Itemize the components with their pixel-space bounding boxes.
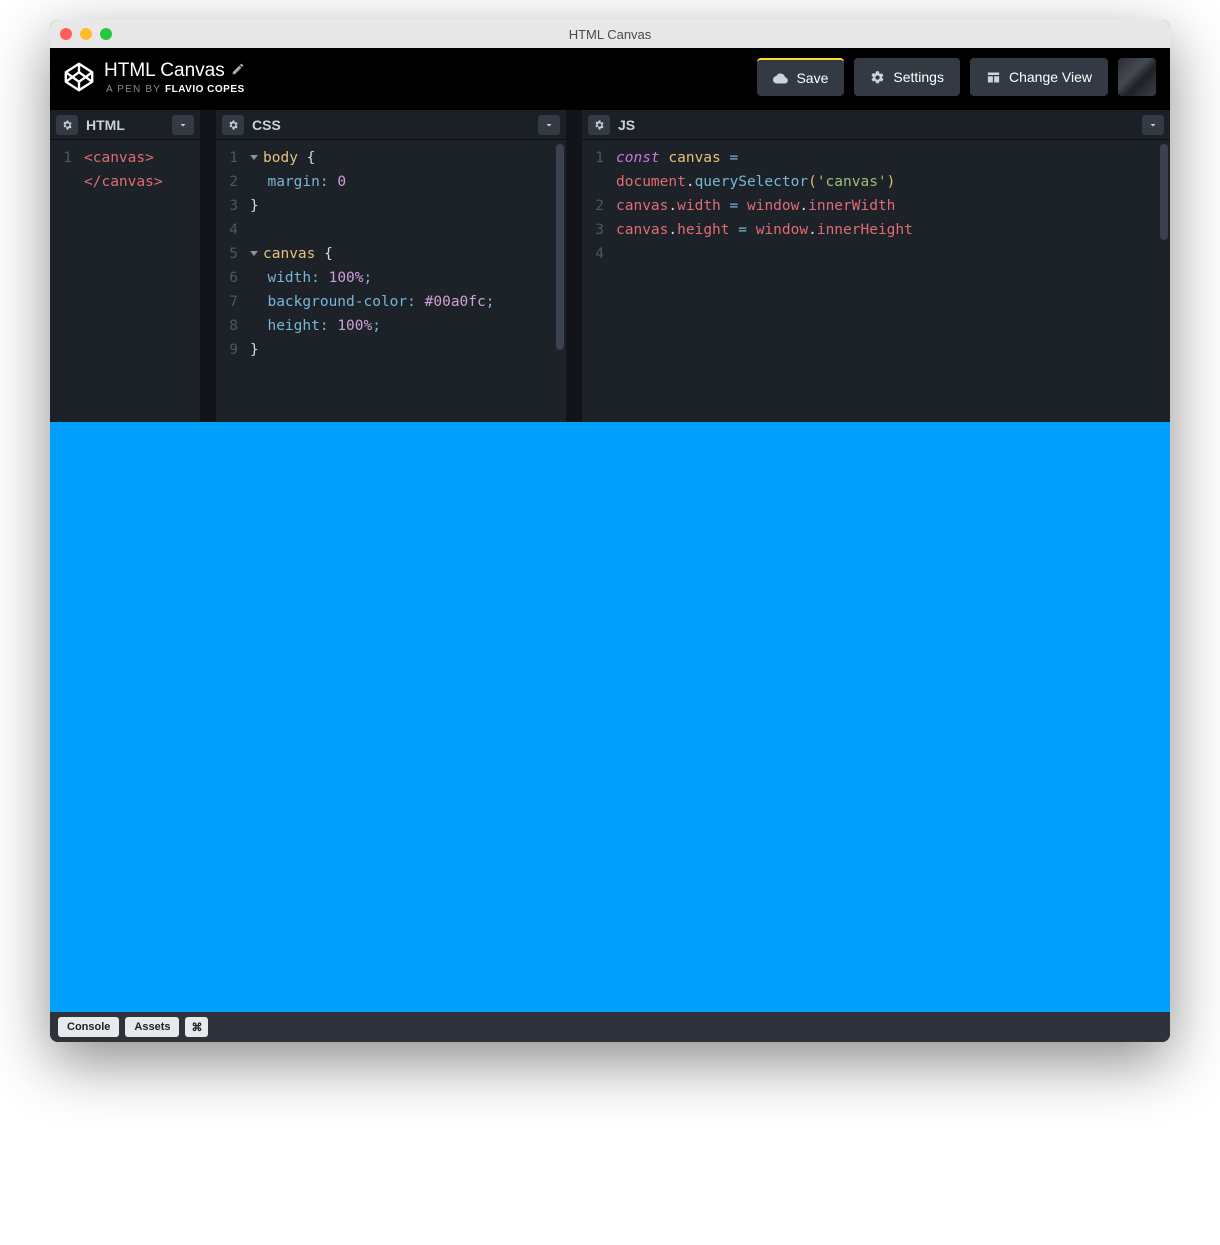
macos-titlebar: HTML Canvas <box>50 20 1170 48</box>
header-actions: Save Settings Change View <box>757 58 1156 96</box>
html-editor-panel: HTML 1 <canvas></canvas> <box>50 110 200 422</box>
html-panel-title: HTML <box>86 117 164 133</box>
close-window-icon[interactable] <box>60 28 72 40</box>
footer-bar: Console Assets ⌘ <box>50 1012 1170 1042</box>
traffic-lights <box>60 28 112 40</box>
js-code-area[interactable]: 1234 const canvas =document.querySelecto… <box>582 140 1170 422</box>
js-code[interactable]: const canvas =document.querySelector('ca… <box>612 140 1170 422</box>
change-view-label: Change View <box>1009 69 1092 85</box>
css-scrollbar[interactable] <box>556 144 564 418</box>
window-title: HTML Canvas <box>50 27 1170 42</box>
gear-icon <box>870 70 885 85</box>
css-editor-panel: CSS 123456789 body { margin: 0}canvas { … <box>216 110 566 422</box>
app-window: HTML Canvas HTML Canvas A PEN BY Flavio … <box>50 20 1170 1042</box>
js-scrollbar[interactable] <box>1160 144 1168 418</box>
fold-icon[interactable] <box>250 251 258 256</box>
css-code-area[interactable]: 123456789 body { margin: 0}canvas { widt… <box>216 140 566 422</box>
html-code-area[interactable]: 1 <canvas></canvas> <box>50 140 200 422</box>
css-code[interactable]: body { margin: 0}canvas { width: 100%; b… <box>246 140 566 422</box>
css-panel-header: CSS <box>216 110 566 140</box>
html-code[interactable]: <canvas></canvas> <box>80 140 200 422</box>
save-button[interactable]: Save <box>757 58 844 96</box>
pencil-icon[interactable] <box>231 60 245 82</box>
user-avatar[interactable] <box>1118 58 1156 96</box>
pen-byline: A PEN BY Flavio Copes <box>104 84 757 95</box>
html-panel-menu-icon[interactable] <box>172 115 194 135</box>
pen-title[interactable]: HTML Canvas <box>104 60 757 82</box>
byline-prefix: A PEN BY <box>106 84 165 95</box>
codepen-logo-icon[interactable] <box>64 62 94 92</box>
pen-author[interactable]: Flavio Copes <box>165 84 245 95</box>
minimize-window-icon[interactable] <box>80 28 92 40</box>
shortcuts-button[interactable]: ⌘ <box>185 1017 208 1037</box>
settings-button[interactable]: Settings <box>854 58 960 96</box>
assets-button[interactable]: Assets <box>125 1017 179 1037</box>
js-panel-title: JS <box>618 117 1134 133</box>
preview-pane[interactable] <box>50 422 1170 1012</box>
css-panel-menu-icon[interactable] <box>538 115 560 135</box>
console-button[interactable]: Console <box>58 1017 119 1037</box>
layout-icon <box>986 70 1001 85</box>
js-gutter: 1234 <box>582 140 612 422</box>
js-panel-menu-icon[interactable] <box>1142 115 1164 135</box>
app-header: HTML Canvas A PEN BY Flavio Copes Save <box>50 48 1170 110</box>
js-panel-header: JS <box>582 110 1170 140</box>
html-settings-icon[interactable] <box>56 115 78 135</box>
css-gutter: 123456789 <box>216 140 246 422</box>
css-panel-title: CSS <box>252 117 530 133</box>
js-settings-icon[interactable] <box>588 115 610 135</box>
settings-label: Settings <box>893 69 944 85</box>
change-view-button[interactable]: Change View <box>970 58 1108 96</box>
cloud-icon <box>773 71 788 86</box>
html-panel-header: HTML <box>50 110 200 140</box>
js-editor-panel: JS 1234 const canvas =document.querySele… <box>582 110 1170 422</box>
html-gutter: 1 <box>50 140 80 422</box>
save-label: Save <box>796 70 828 86</box>
css-settings-icon[interactable] <box>222 115 244 135</box>
editor-row: HTML 1 <canvas></canvas> CSS <box>50 110 1170 422</box>
pen-info: HTML Canvas A PEN BY Flavio Copes <box>104 60 757 95</box>
fold-icon[interactable] <box>250 155 258 160</box>
pen-title-text: HTML Canvas <box>104 60 225 82</box>
fullscreen-window-icon[interactable] <box>100 28 112 40</box>
